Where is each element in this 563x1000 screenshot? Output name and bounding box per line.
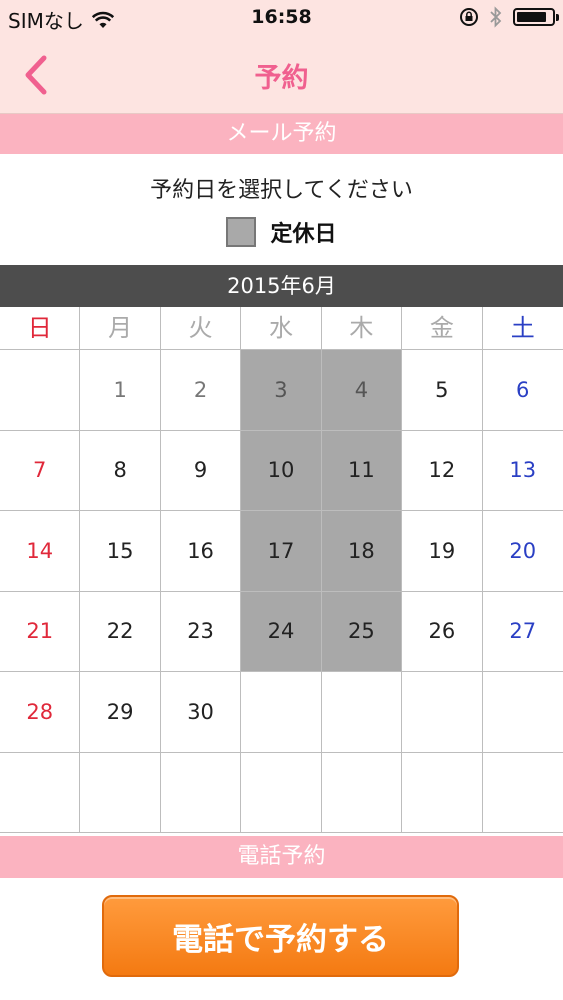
calendar-week-row: 28 29 30	[0, 672, 563, 753]
calendar-empty-cell	[483, 753, 563, 833]
closed-day-swatch	[226, 217, 257, 247]
select-date-instruction: 予約日を選択してください	[150, 178, 413, 203]
calendar-day-cell[interactable]: 15	[80, 511, 161, 591]
calendar-day-cell[interactable]: 18	[321, 511, 403, 591]
calendar-week-row: 21 22 23 24 25 26 27	[0, 591, 563, 672]
closed-day-label: 定休日	[270, 222, 337, 247]
battery-fill	[517, 12, 546, 22]
calendar-day-cell[interactable]: 4	[321, 350, 403, 430]
weekday-header: 土	[510, 314, 535, 342]
calendar-day-cell[interactable]: 6	[483, 350, 563, 430]
calendar-day-cell[interactable]: 8	[80, 430, 161, 510]
rotation-lock-icon	[460, 8, 478, 26]
weekday-header: 月	[80, 307, 161, 349]
calendar-day-cell[interactable]: 19	[402, 511, 483, 591]
weekday-row: 日月火水木金土	[0, 307, 563, 350]
weekday-header: 木	[322, 307, 403, 349]
calendar-empty-cell	[80, 752, 161, 832]
calendar-day-cell[interactable]: 10	[241, 430, 322, 510]
page-title: 予約	[254, 63, 309, 94]
nav-bar: 予約	[0, 36, 563, 114]
calendar-week-row: 7 8 9 10 11 12 13	[0, 430, 563, 511]
month-header: 2015年6月	[0, 265, 563, 307]
bluetooth-icon	[490, 6, 502, 28]
calendar-day-cell[interactable]: 9	[161, 430, 242, 510]
call-to-reserve-button[interactable]: 電話で予約する	[102, 895, 459, 977]
calendar-day-cell[interactable]: 2	[161, 350, 242, 430]
calendar-grid: 日月火水木金土 1 2 3 4 5 6 7 8 9 10 11 12 13 14 15 16 17 18 19 20 2…	[0, 307, 563, 833]
battery-icon	[513, 8, 559, 26]
calendar-day-cell[interactable]: 17	[241, 511, 322, 591]
calendar-week-row: 14 15 16 17 18 19 20	[0, 511, 563, 592]
calendar-day-cell[interactable]: 12	[402, 430, 483, 510]
calendar-day-cell[interactable]: 14	[0, 511, 81, 591]
calendar-empty-cell	[483, 672, 563, 752]
mail-reservation-header: メール予約	[0, 114, 563, 154]
weekday-header: 水	[241, 307, 322, 349]
calendar-day-cell[interactable]: 29	[80, 672, 161, 752]
calendar-empty-cell	[322, 672, 403, 752]
calendar-day-cell[interactable]: 5	[402, 350, 483, 430]
calendar-empty-cell	[0, 752, 81, 832]
calendar-day-cell[interactable]: 26	[402, 591, 483, 671]
calendar-week-row: 123456	[0, 350, 563, 431]
calendar-day-cell[interactable]: 23	[161, 591, 242, 671]
calendar-day-cell[interactable]: 16	[161, 511, 242, 591]
closed-day-legend: 定休日	[0, 216, 563, 248]
calendar-day-cell[interactable]: 7	[0, 430, 81, 510]
calendar-day-cell[interactable]: 25	[321, 591, 403, 671]
calendar-empty-cell	[402, 672, 483, 752]
status-right	[459, 6, 559, 28]
phone-reservation-header: 電話予約	[0, 836, 563, 878]
calendar-empty-cell	[402, 752, 483, 832]
calendar-empty-cell	[241, 752, 322, 832]
calendar-day-cell[interactable]: 22	[80, 591, 161, 671]
calendar-day-cell[interactable]: 20	[483, 511, 563, 591]
calendar-day-cell[interactable]: 24	[241, 591, 322, 671]
calendar-day-cell[interactable]: 11	[321, 430, 403, 510]
weekday-header: 火	[161, 307, 242, 349]
calendar-empty-cell	[161, 752, 242, 832]
calendar-day-cell[interactable]: 28	[0, 672, 81, 752]
weekday-header: 日	[0, 307, 81, 349]
status-bar: SIMなし 16:58	[0, 0, 563, 36]
calendar-day-cell[interactable]: 1	[80, 350, 161, 430]
calendar-day-cell[interactable]: 27	[483, 592, 563, 672]
calendar-day-cell[interactable]: 13	[483, 431, 563, 511]
calendar-day-cell[interactable]: 3	[241, 350, 322, 430]
calendar-empty-cell	[0, 350, 81, 430]
calendar-empty-cell	[241, 672, 322, 752]
calendar-day-cell[interactable]: 21	[0, 591, 81, 671]
weekday-header: 金	[402, 307, 483, 349]
calendar-empty-cell	[322, 752, 403, 832]
calendar-week-row	[0, 752, 563, 833]
calendar-day-cell[interactable]: 30	[161, 672, 242, 752]
